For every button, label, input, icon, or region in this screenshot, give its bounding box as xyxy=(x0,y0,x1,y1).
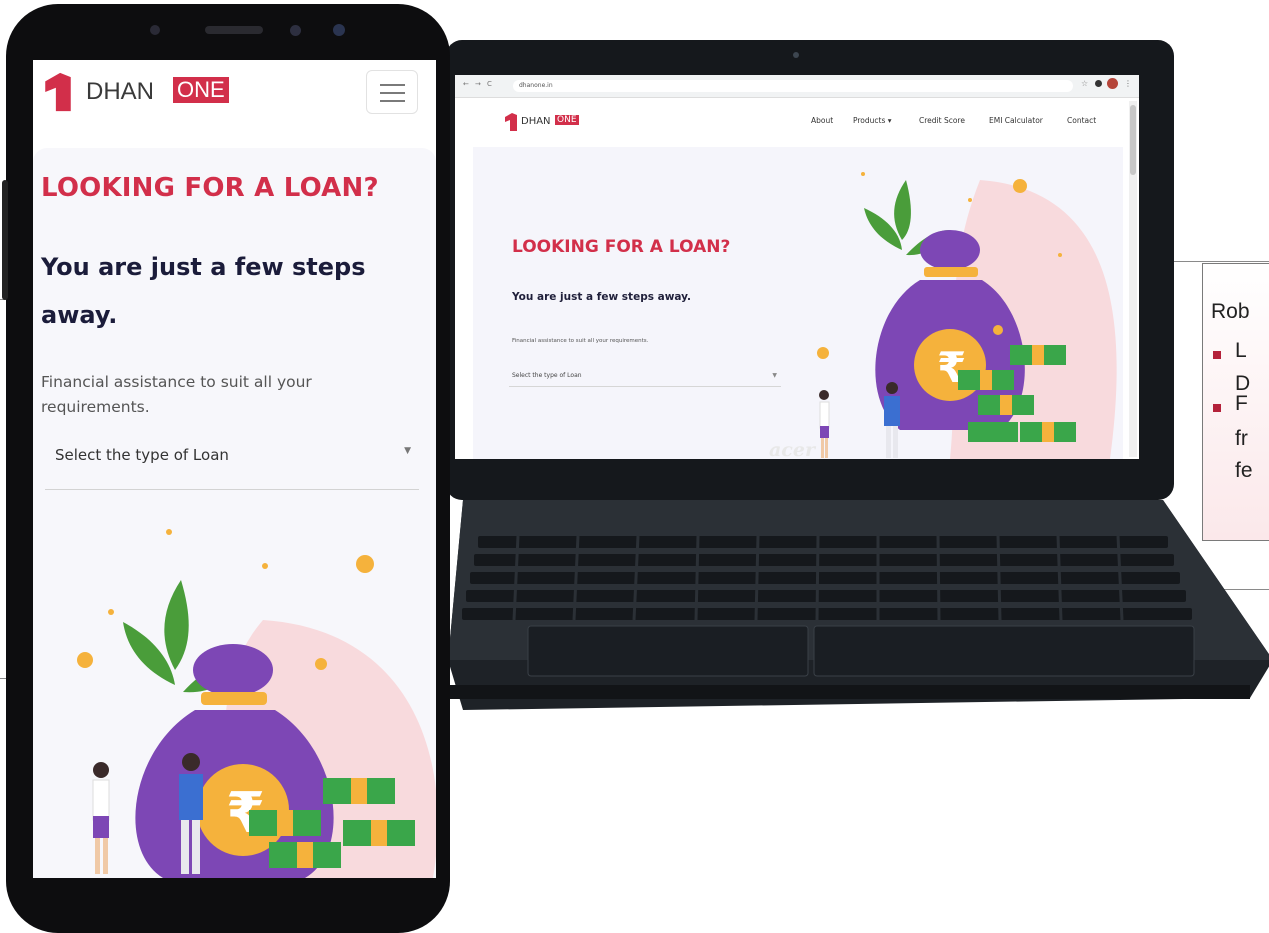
callout-item-2-line-2: fr xyxy=(1235,427,1248,450)
extension-icon[interactable] xyxy=(1095,80,1102,87)
logo-badge: ONE xyxy=(555,115,579,125)
logo-mark-icon xyxy=(505,113,517,131)
front-camera-icon xyxy=(150,25,160,35)
laptop-subheading: You are just a few steps away. xyxy=(512,291,692,303)
logo-badge: ONE xyxy=(173,77,229,103)
page-scrollbar[interactable] xyxy=(1129,101,1137,457)
callout-item-2-line-3: fe xyxy=(1235,459,1253,482)
front-camera-2-icon xyxy=(333,24,345,36)
phone-heading: LOOKING FOR A LOAN? xyxy=(41,173,379,203)
slide-divider-right-top xyxy=(1174,261,1269,262)
callout-item-1-line-1: L xyxy=(1235,339,1247,362)
browser-back-icon[interactable]: ← xyxy=(463,80,469,88)
phone-subheading: You are just a few steps away. xyxy=(41,253,366,329)
logo-text: DHAN xyxy=(521,116,551,127)
laptop-select-label: Select the type of Loan xyxy=(512,372,582,379)
callout-bullet-1 xyxy=(1213,351,1221,359)
profile-avatar[interactable] xyxy=(1107,78,1118,89)
hamburger-line xyxy=(380,92,405,94)
hamburger-menu-button[interactable] xyxy=(366,70,418,114)
laptop-description: Financial assistance to suit all your re… xyxy=(512,338,649,344)
browser-menu-icon[interactable]: ⋮ xyxy=(1124,79,1132,88)
address-bar[interactable]: dhanone.in xyxy=(513,80,1073,92)
callout-bullet-2 xyxy=(1213,404,1221,412)
laptop-loan-type-select[interactable]: Select the type of Loan ▼ xyxy=(509,365,781,387)
callout-heading: Rob xyxy=(1211,300,1250,323)
phone-loan-illustration: ₹ xyxy=(77,529,436,878)
hamburger-icon xyxy=(380,84,405,86)
callout-item-2-line-1: F xyxy=(1235,392,1248,415)
nav-emi-calculator[interactable]: EMI Calculator xyxy=(989,116,1043,125)
hamburger-line xyxy=(380,100,405,102)
phone-select-label: Select the type of Loan xyxy=(55,446,229,464)
logo-mark-icon xyxy=(45,72,71,112)
nav-about[interactable]: About xyxy=(811,116,833,125)
webcam-icon xyxy=(793,52,799,58)
phone-loan-type-select[interactable]: Select the type of Loan ▼ xyxy=(45,422,419,490)
logo-text: DHAN xyxy=(86,78,155,105)
laptop-base xyxy=(448,500,1269,710)
browser-forward-icon[interactable]: → xyxy=(475,80,481,88)
laptop-brand-logo: acer xyxy=(769,439,815,461)
phone-side-button xyxy=(2,180,8,300)
proximity-sensor-icon xyxy=(290,25,301,36)
bookmark-star-icon[interactable]: ☆ xyxy=(1081,79,1088,88)
chevron-down-icon: ▼ xyxy=(404,446,411,456)
browser-reload-icon[interactable]: C xyxy=(487,80,492,88)
phone-description: Financial assistance to suit all your re… xyxy=(41,373,312,416)
laptop-screen: ← → C dhanone.in ☆ ⋮ DHAN ONE About Prod… xyxy=(455,75,1139,459)
nav-contact[interactable]: Contact xyxy=(1067,116,1096,125)
phone-screen: DHAN ONE LOOKING FOR A LOAN? You are jus… xyxy=(33,60,436,878)
browser-toolbar: ← → C dhanone.in ☆ ⋮ xyxy=(455,75,1139,98)
scrollbar-thumb[interactable] xyxy=(1130,105,1136,175)
laptop-heading: LOOKING FOR A LOAN? xyxy=(512,237,731,257)
nav-credit-score[interactable]: Credit Score xyxy=(919,116,965,125)
laptop-loan-illustration: ₹ xyxy=(817,172,1117,459)
chevron-down-icon: ▼ xyxy=(772,372,777,379)
nav-products[interactable]: Products ▾ xyxy=(853,116,892,125)
phone-speaker xyxy=(205,26,263,34)
